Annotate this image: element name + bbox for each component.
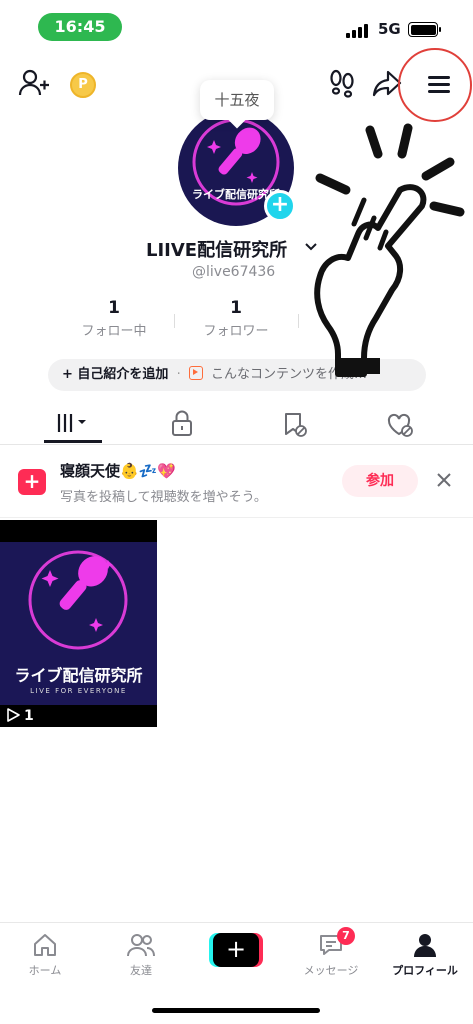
microphone-logo-icon <box>28 550 128 650</box>
avatar-add-icon[interactable]: + <box>264 190 296 222</box>
coin-icon[interactable]: P <box>70 72 96 98</box>
add-post-icon: + <box>18 469 46 495</box>
add-bio-button[interactable]: + 自己紹介を追加 <box>62 367 168 382</box>
grid-icon <box>57 414 86 432</box>
status-bar: 16:45 5G <box>0 0 473 52</box>
video-suggest-icon <box>188 366 203 380</box>
banner-divider <box>0 517 473 518</box>
lock-icon <box>172 410 192 436</box>
banner-title: 寝顔天使👶💤💖 <box>60 462 177 480</box>
nav-profile[interactable]: プロフィール <box>380 931 470 978</box>
nav-friends[interactable]: 友達 <box>96 931 186 978</box>
play-icon <box>7 708 20 722</box>
nav-home-label: ホーム <box>28 964 62 977</box>
following-label: フォロー中 <box>81 324 147 339</box>
home-icon <box>34 934 56 956</box>
followers-count: 1 <box>230 298 242 318</box>
home-indicator <box>152 1008 320 1013</box>
bottom-nav: ホーム 友達 + メッセージ 7 プロフィール <box>0 922 473 992</box>
status-time: 16:45 <box>38 13 122 41</box>
bio-separator: · <box>176 367 181 382</box>
nav-messages-label: メッセージ <box>303 964 359 977</box>
thumbnail-title: ライブ配信研究所 <box>14 666 143 685</box>
profile-icon <box>414 934 436 957</box>
followers-label: フォロワー <box>203 324 269 339</box>
nav-messages[interactable]: メッセージ <box>286 931 376 978</box>
bookmark-hidden-icon <box>285 413 307 437</box>
following-stat[interactable]: 1 フォロー中 <box>66 298 162 339</box>
battery-icon <box>408 22 441 37</box>
banner-subtitle: 写真を投稿して視聴数を増やそう。 <box>60 490 267 505</box>
challenge-banner[interactable]: + 寝顔天使👶💤💖 写真を投稿して視聴数を増やそう。 参加 <box>0 448 473 516</box>
thumbnail-subtitle: LIVE FOR EVERYONE <box>30 687 127 695</box>
display-name: LIIVE配信研究所 <box>146 240 288 261</box>
friends-icon <box>127 934 155 957</box>
tab-videos[interactable] <box>44 404 104 444</box>
add-friend-icon[interactable] <box>18 67 50 99</box>
active-tab-indicator <box>44 440 102 443</box>
nav-friends-label: 友達 <box>130 964 152 977</box>
view-count-value: 1 <box>24 708 34 724</box>
share-icon[interactable] <box>372 68 402 98</box>
nav-home[interactable]: ホーム <box>0 931 90 978</box>
footprint-icon[interactable] <box>328 68 356 98</box>
create-button[interactable]: + <box>209 933 263 967</box>
stat-divider <box>174 314 175 328</box>
close-icon[interactable] <box>436 472 452 488</box>
tab-divider <box>0 444 473 445</box>
followers-stat[interactable]: 1 フォロワー <box>186 298 286 339</box>
messages-badge: 7 <box>337 927 355 945</box>
user-handle: @live67436 <box>192 264 276 280</box>
video-thumbnail[interactable]: ライブ配信研究所 LIVE FOR EVERYONE 1 <box>0 520 157 727</box>
heart-hidden-icon <box>387 413 413 437</box>
note-bubble[interactable]: 十五夜 <box>200 80 274 120</box>
join-button[interactable]: 参加 <box>342 465 418 497</box>
signal-icon <box>346 24 370 38</box>
tap-hand-icon <box>314 123 465 377</box>
nav-profile-label: プロフィール <box>392 964 458 977</box>
hamburger-menu-icon[interactable] <box>422 68 456 100</box>
network-type: 5G <box>378 20 401 38</box>
stat-divider <box>298 314 299 328</box>
view-count: 1 <box>6 708 34 724</box>
tab-saved[interactable] <box>264 404 324 444</box>
following-count: 1 <box>108 298 120 318</box>
tab-private[interactable] <box>152 404 212 444</box>
tab-liked[interactable] <box>370 404 430 444</box>
plus-icon: + <box>213 933 259 967</box>
